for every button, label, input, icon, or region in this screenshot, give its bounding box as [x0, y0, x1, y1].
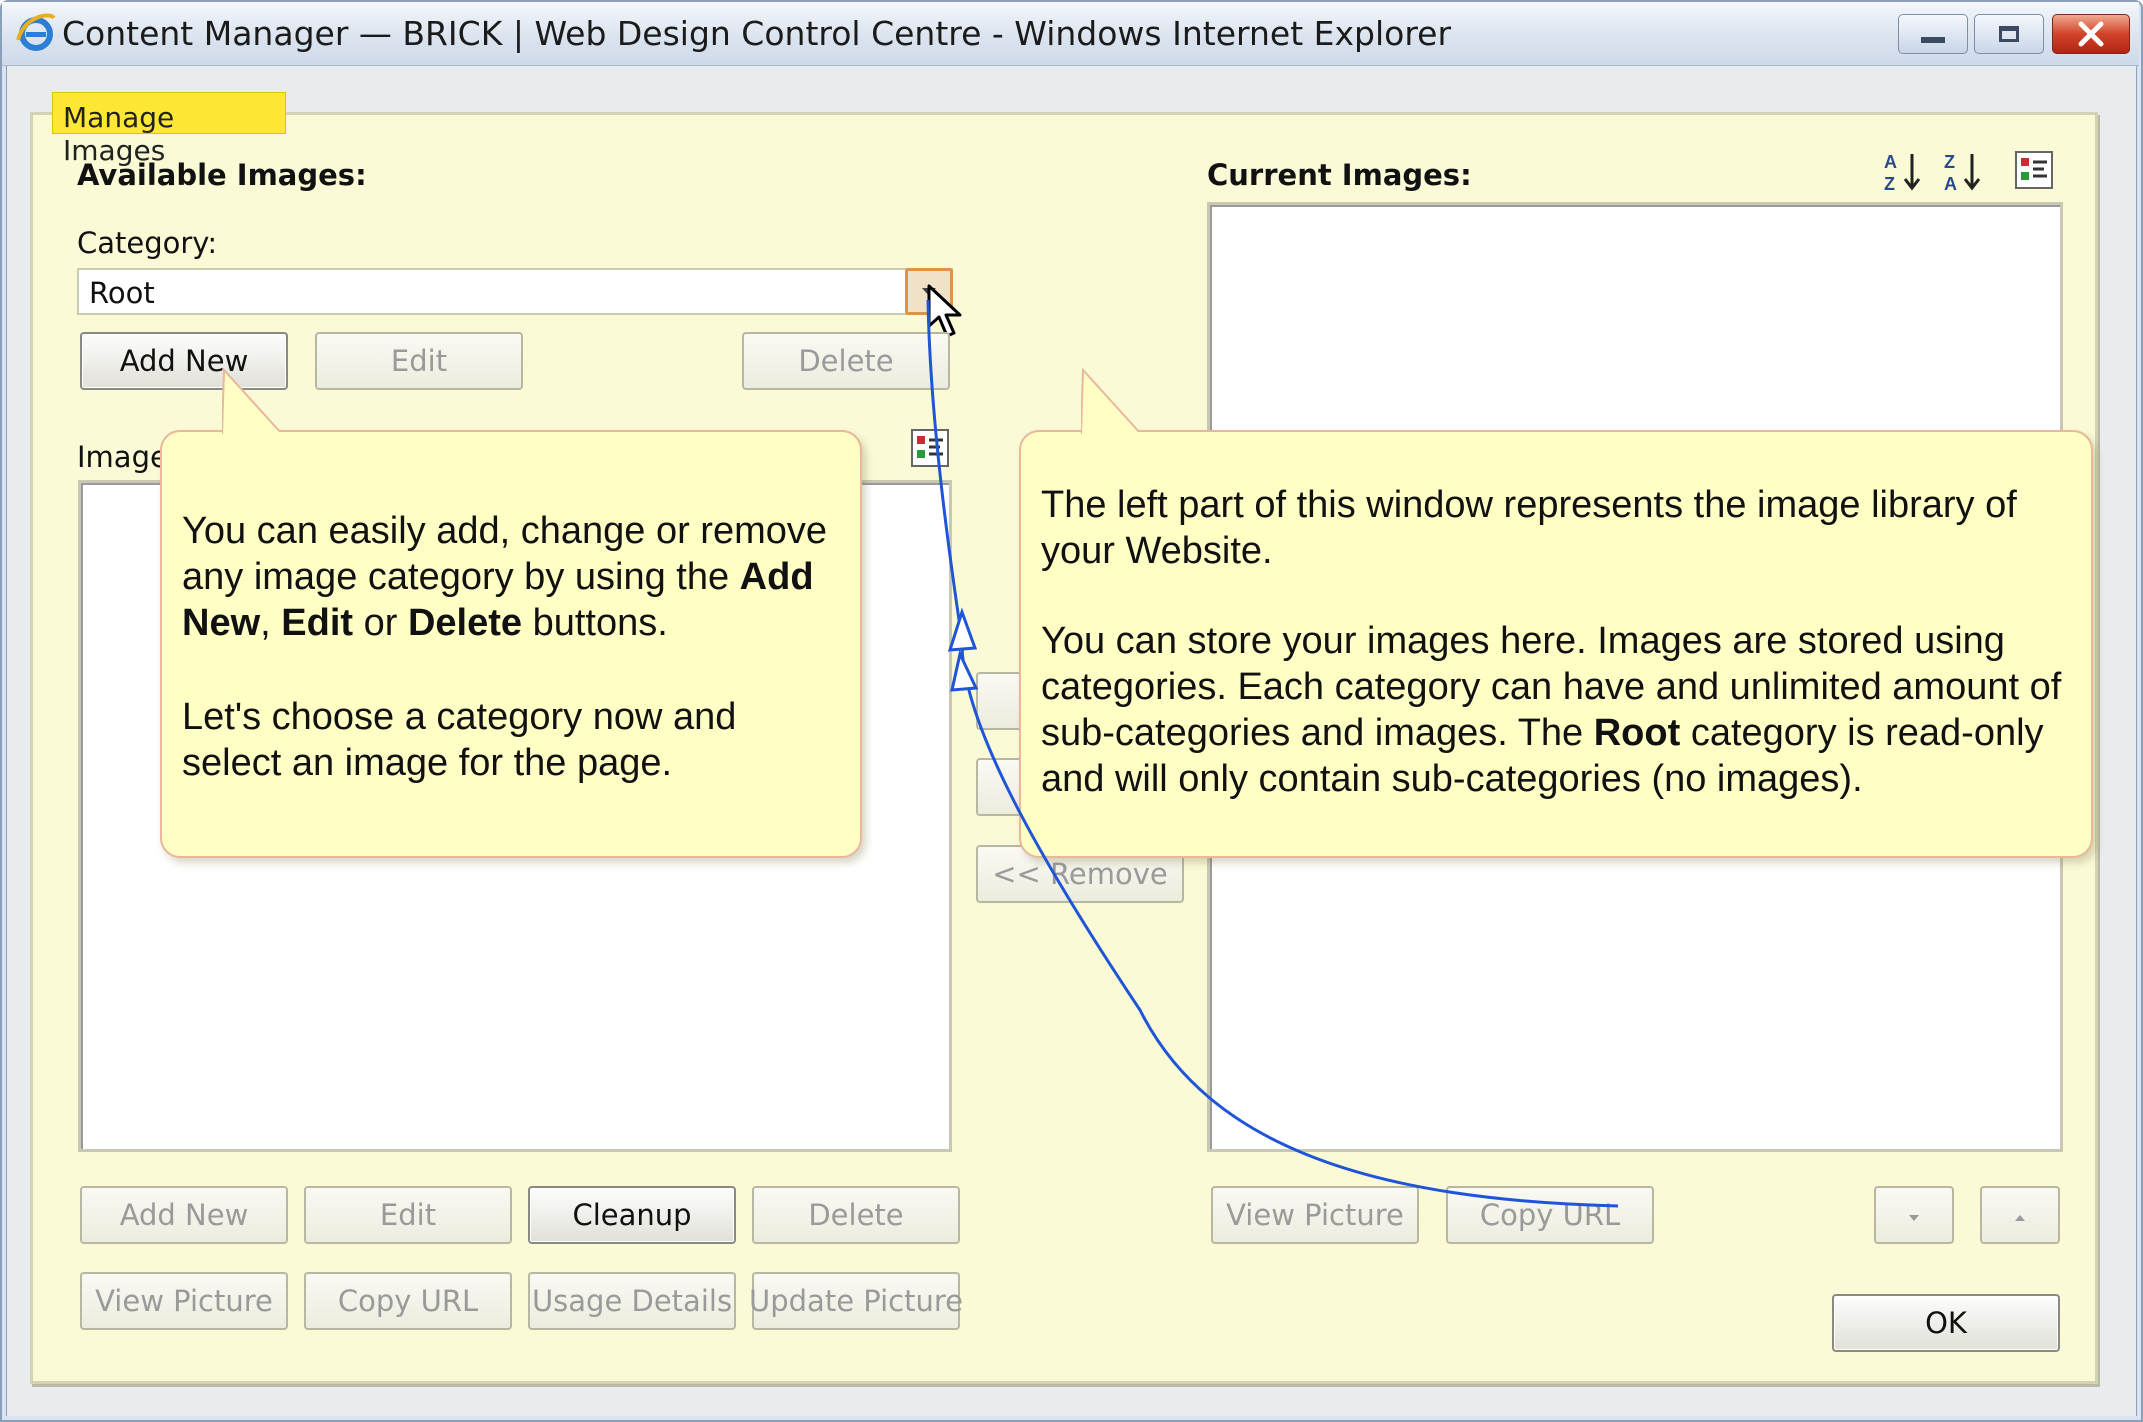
connector-arrow: [926, 299, 1619, 1208]
